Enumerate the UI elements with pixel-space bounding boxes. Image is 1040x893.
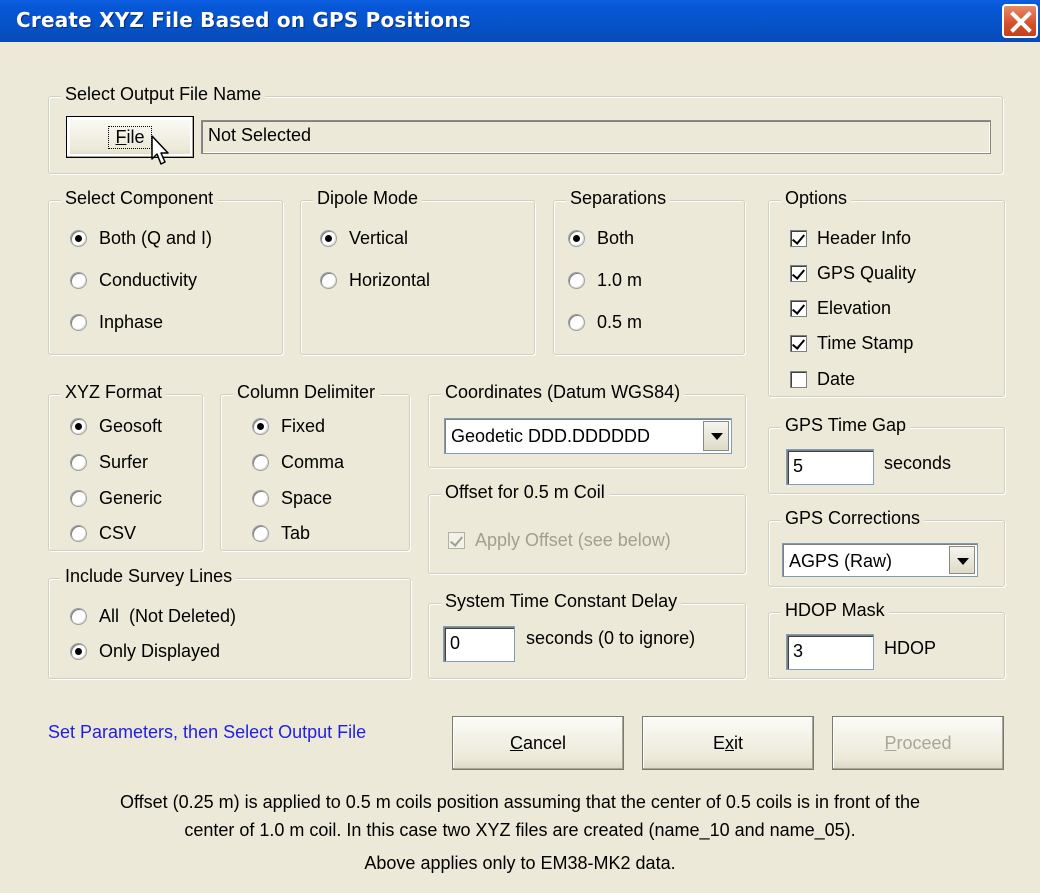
gps-time-gap-group-label: GPS Time Gap xyxy=(781,415,911,436)
component-option-conductivity[interactable]: Conductivity xyxy=(70,268,197,292)
radio-button[interactable] xyxy=(70,524,87,542)
option-date[interactable]: Date xyxy=(790,367,855,391)
mouse-pointer-icon xyxy=(151,135,169,165)
radio-button[interactable] xyxy=(252,489,269,507)
coordinates-selected: Geodetic DDD.DDDDDD xyxy=(451,426,651,446)
checkbox[interactable] xyxy=(790,229,807,247)
radio-button[interactable] xyxy=(568,229,585,247)
title-bar[interactable]: Create XYZ File Based on GPS Positions xyxy=(0,0,1040,42)
component-group-label: Select Component xyxy=(61,188,218,209)
hdop-group-label: HDOP Mask xyxy=(781,600,889,621)
radio-button[interactable] xyxy=(70,229,87,247)
radio-button[interactable] xyxy=(70,489,87,507)
survey-lines-group-label: Include Survey Lines xyxy=(61,566,237,587)
dipole-option-horizontal[interactable]: Horizontal xyxy=(320,268,430,292)
time-delay-group-label: System Time Constant Delay xyxy=(441,591,682,612)
status-message: Set Parameters, then Select Output File xyxy=(48,722,367,742)
separation-option-1m[interactable]: 1.0 m xyxy=(568,268,642,292)
offset-note-line-1: Offset (0.25 m) is applied to 0.5 m coil… xyxy=(119,792,921,812)
format-option-geosoft[interactable]: Geosoft xyxy=(70,414,162,438)
time-delay-unit: seconds (0 to ignore) xyxy=(526,628,696,648)
applies-note: Above applies only to EM38-MK2 data. xyxy=(364,853,676,873)
dipole-option-vertical[interactable]: Vertical xyxy=(320,226,408,250)
radio-button[interactable] xyxy=(252,453,269,471)
hdop-unit: HDOP xyxy=(884,638,937,658)
chevron-down-icon[interactable] xyxy=(703,421,729,451)
component-option-both[interactable]: Both (Q and I) xyxy=(70,226,212,250)
option-time-stamp[interactable]: Time Stamp xyxy=(790,331,913,355)
survey-option-displayed[interactable]: Only Displayed xyxy=(70,639,220,663)
delimiter-option-fixed[interactable]: Fixed xyxy=(252,414,325,438)
coordinates-group-label: Coordinates (Datum WGS84) xyxy=(441,382,685,403)
radio-button[interactable] xyxy=(70,453,87,471)
file-button[interactable]: File xyxy=(66,116,194,158)
radio-button[interactable] xyxy=(252,524,269,542)
delimiter-group-label: Column Delimiter xyxy=(233,382,380,403)
options-group-label: Options xyxy=(781,188,852,209)
gps-time-gap-input[interactable]: 5 xyxy=(786,449,874,485)
output-file-group-label: Select Output File Name xyxy=(61,84,266,105)
radio-button[interactable] xyxy=(568,313,585,331)
dialog-window: Create XYZ File Based on GPS Positions S… xyxy=(0,0,1040,893)
cancel-button[interactable]: Cancel xyxy=(452,716,624,770)
close-icon xyxy=(1010,11,1032,33)
chevron-down-icon[interactable] xyxy=(949,546,975,574)
survey-option-all[interactable]: All (Not Deleted) xyxy=(70,604,236,628)
window-title: Create XYZ File Based on GPS Positions xyxy=(16,8,471,32)
radio-button[interactable] xyxy=(70,417,87,435)
hdop-input[interactable]: 3 xyxy=(786,634,874,670)
time-delay-input[interactable]: 0 xyxy=(443,626,515,662)
component-option-inphase[interactable]: Inphase xyxy=(70,310,163,334)
survey-lines-group: Include Survey Lines xyxy=(48,566,411,679)
radio-button[interactable] xyxy=(70,607,87,625)
format-option-csv[interactable]: CSV xyxy=(70,521,136,545)
close-button[interactable] xyxy=(1002,4,1038,38)
radio-button[interactable] xyxy=(70,313,87,331)
radio-button[interactable] xyxy=(320,229,337,247)
xyz-format-group-label: XYZ Format xyxy=(61,382,167,403)
gps-corrections-dropdown[interactable]: AGPS (Raw) xyxy=(782,543,978,577)
dipole-mode-group-label: Dipole Mode xyxy=(313,188,423,209)
checkbox[interactable] xyxy=(790,299,807,317)
delimiter-option-space[interactable]: Space xyxy=(252,486,332,510)
apply-offset-checkbox[interactable]: Apply Offset (see below) xyxy=(448,528,671,552)
gps-time-gap-unit: seconds xyxy=(884,453,952,473)
checkbox[interactable] xyxy=(790,264,807,282)
exit-button[interactable]: Ex it xyxy=(642,716,814,770)
separation-option-05m[interactable]: 0.5 m xyxy=(568,310,642,334)
option-gps-quality[interactable]: GPS Quality xyxy=(790,261,916,285)
radio-button[interactable] xyxy=(320,271,337,289)
gps-corrections-group-label: GPS Corrections xyxy=(781,508,925,529)
gps-corrections-selected: AGPS (Raw) xyxy=(789,551,893,571)
option-header-info[interactable]: Header Info xyxy=(790,226,911,250)
offset-note-line-2: center of 1.0 m coil. In this case two X… xyxy=(184,820,856,840)
format-option-surfer[interactable]: Surfer xyxy=(70,450,148,474)
output-file-path: Not Selected xyxy=(201,120,991,154)
radio-button[interactable] xyxy=(252,417,269,435)
delimiter-option-tab[interactable]: Tab xyxy=(252,521,310,545)
radio-button[interactable] xyxy=(70,642,87,660)
separations-group-label: Separations xyxy=(566,188,671,209)
proceed-button[interactable]: Proceed xyxy=(832,716,1004,770)
separation-option-both[interactable]: Both xyxy=(568,226,634,250)
option-elevation[interactable]: Elevation xyxy=(790,296,891,320)
checkbox[interactable] xyxy=(790,334,807,352)
radio-button[interactable] xyxy=(568,271,585,289)
offset-group-label: Offset for 0.5 m Coil xyxy=(441,482,609,503)
checkbox[interactable] xyxy=(790,370,807,388)
radio-button[interactable] xyxy=(70,271,87,289)
format-option-generic[interactable]: Generic xyxy=(70,486,162,510)
checkbox[interactable] xyxy=(448,531,465,549)
delimiter-option-comma[interactable]: Comma xyxy=(252,450,344,474)
coordinates-dropdown[interactable]: Geodetic DDD.DDDDDD xyxy=(444,418,732,454)
